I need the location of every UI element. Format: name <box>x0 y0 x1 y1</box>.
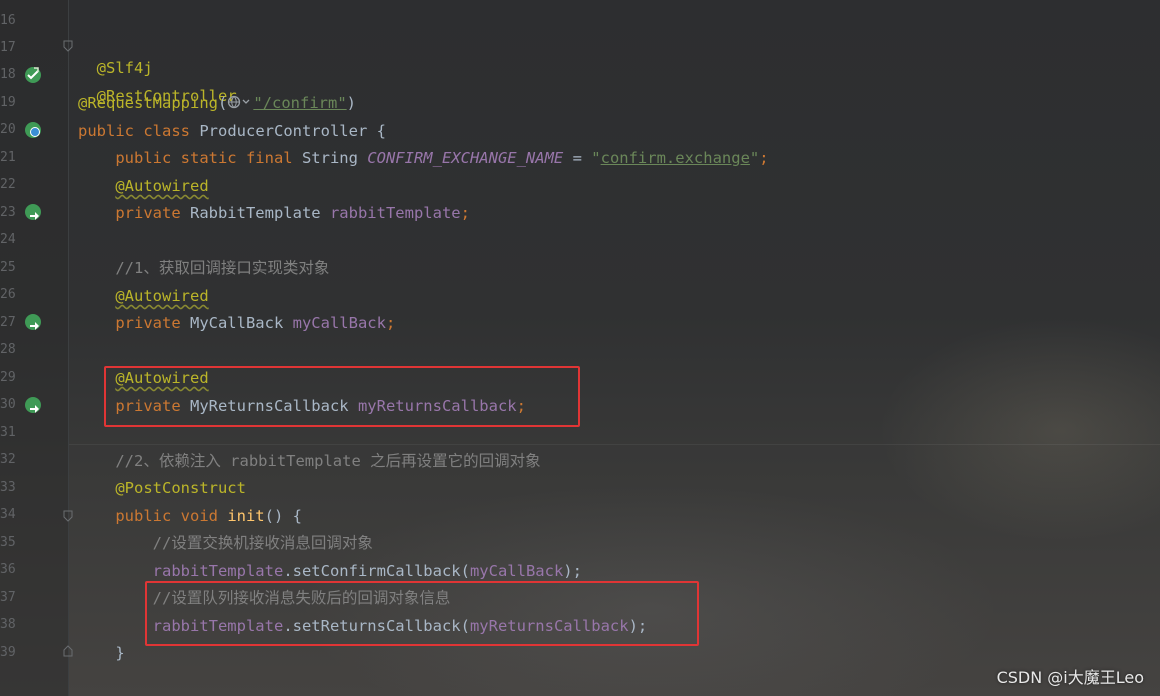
paren: ( <box>217 94 228 112</box>
string-literal: confirm.exchange <box>600 149 750 167</box>
gutter-divider <box>68 0 69 696</box>
argument: myCallBack <box>469 562 564 580</box>
line-number[interactable]: 26 <box>0 287 16 303</box>
line-number[interactable]: 35 <box>0 535 16 551</box>
type: String <box>301 149 368 167</box>
type: MyCallBack <box>189 314 293 332</box>
line-number[interactable]: 36 <box>0 562 16 578</box>
keyword: private <box>115 314 190 332</box>
line-number[interactable]: 37 <box>0 590 16 606</box>
keyword: public class <box>78 122 200 140</box>
highlight-box-field <box>104 366 580 427</box>
annotation: @PostConstruct <box>115 479 246 497</box>
annotation: @Autowired <box>115 287 209 305</box>
comment: //2、依赖注入 rabbitTemplate 之后再设置它的回调对象 <box>115 452 541 470</box>
line-number[interactable]: 30 <box>0 397 16 413</box>
semicolon: ; <box>385 314 396 332</box>
line-number[interactable]: 27 <box>0 315 16 331</box>
field: rabbitTemplate <box>329 204 461 222</box>
bean-check-icon[interactable] <box>24 66 42 84</box>
line-number[interactable]: 28 <box>0 342 16 358</box>
line-number[interactable]: 20 <box>0 122 16 138</box>
code-line-23[interactable]: private RabbitTemplate rabbitTemplate; <box>78 203 470 223</box>
line-number[interactable]: 19 <box>0 95 16 111</box>
annotation: @RequestMapping <box>78 94 218 112</box>
code-line-35[interactable]: //设置交换机接收消息回调对象 <box>78 533 373 553</box>
code-line-33[interactable]: @PostConstruct <box>78 478 246 498</box>
code-line-27[interactable]: private MyCallBack myCallBack; <box>78 313 395 333</box>
comment: //1、获取回调接口实现类对象 <box>115 259 330 277</box>
line-number[interactable]: 32 <box>0 452 16 468</box>
line-number[interactable]: 22 <box>0 177 16 193</box>
line-number[interactable]: 24 <box>0 232 16 248</box>
globe-icon[interactable] <box>227 95 253 109</box>
fold-marker-icon[interactable] <box>63 645 73 657</box>
fold-marker-icon[interactable] <box>63 510 73 522</box>
line-number[interactable]: 17 <box>0 40 16 56</box>
bean-injection-icon[interactable] <box>24 203 42 221</box>
code-line-19[interactable]: @RequestMapping( "/confirm") <box>78 93 356 113</box>
line-number[interactable]: 39 <box>0 645 16 661</box>
line-number[interactable]: 16 <box>0 13 16 29</box>
keyword: public void <box>115 507 228 525</box>
code-line-32[interactable]: //2、依赖注入 rabbitTemplate 之后再设置它的回调对象 <box>78 451 541 471</box>
line-number[interactable]: 23 <box>0 205 16 221</box>
call-end: ); <box>563 562 582 580</box>
quote: " <box>591 149 601 167</box>
string-literal: "/confirm" <box>253 94 347 112</box>
fold-marker-icon[interactable] <box>63 40 73 52</box>
line-number[interactable]: 25 <box>0 260 16 276</box>
code-line-20[interactable]: public class ProducerController { <box>78 121 386 141</box>
semicolon: ; <box>460 204 470 222</box>
operator: = <box>563 149 592 167</box>
field: myCallBack <box>292 314 386 332</box>
line-number[interactable]: 21 <box>0 150 16 166</box>
watermark: CSDN @i大魔王Leo <box>996 668 1144 687</box>
line-number[interactable]: 31 <box>0 425 16 441</box>
type: RabbitTemplate <box>189 204 330 222</box>
paren: ) <box>346 94 356 112</box>
code-line-34[interactable]: public void init() { <box>78 506 302 526</box>
code-line-21[interactable]: public static final String CONFIRM_EXCHA… <box>78 148 769 168</box>
bean-class-icon[interactable] <box>24 121 42 139</box>
line-number[interactable]: 33 <box>0 480 16 496</box>
line-number[interactable]: 38 <box>0 617 16 633</box>
separator-line <box>69 444 1160 445</box>
line-number[interactable]: 29 <box>0 370 16 386</box>
code-line-36[interactable]: rabbitTemplate.setConfirmCallback(myCall… <box>78 561 582 581</box>
keyword: private <box>115 204 190 222</box>
quote: " <box>749 149 760 167</box>
bean-injection-icon[interactable] <box>24 396 42 414</box>
comment: //设置交换机接收消息回调对象 <box>152 534 373 552</box>
field-ref: rabbitTemplate <box>152 562 284 580</box>
line-number[interactable]: 34 <box>0 507 16 523</box>
code-line-22[interactable]: @Autowired <box>78 176 209 196</box>
code-line-25[interactable]: //1、获取回调接口实现类对象 <box>78 258 329 278</box>
highlight-box-returns-callback <box>145 581 699 646</box>
annotation: @Autowired <box>115 177 209 195</box>
closing-brace: } <box>115 644 125 662</box>
line-number[interactable]: 18 <box>0 67 16 83</box>
parens-brace: () { <box>264 507 302 525</box>
code-line-39[interactable]: } <box>78 643 125 663</box>
bean-injection-icon[interactable] <box>24 313 42 331</box>
code-line-26[interactable]: @Autowired <box>78 286 209 306</box>
class-name: ProducerController { <box>199 122 386 140</box>
semicolon: ; <box>759 149 769 167</box>
method-call: .setConfirmCallback( <box>283 562 470 580</box>
keyword: public static final <box>115 149 302 167</box>
method-name: init <box>227 507 265 525</box>
constant-field: CONFIRM_EXCHANGE_NAME <box>367 149 564 167</box>
